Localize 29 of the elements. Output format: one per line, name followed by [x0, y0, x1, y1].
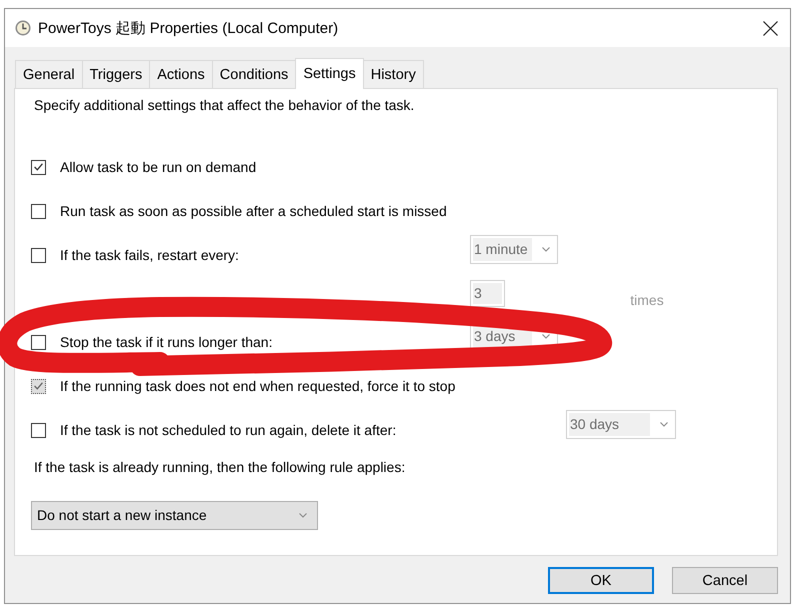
close-icon[interactable]	[763, 20, 778, 36]
dialog-button[interactable]: OK	[548, 567, 654, 594]
checkbox[interactable]	[31, 204, 46, 218]
clock-icon	[15, 20, 31, 36]
checkmark-icon	[34, 163, 43, 171]
dialog-button[interactable]: Cancel	[672, 567, 778, 594]
chevron-down-icon	[660, 422, 668, 427]
checkbox-label: If the running task does not end when requested, force it to stop	[60, 377, 456, 395]
dropdown[interactable]: Do not start a new instance	[31, 501, 318, 530]
checkbox-label: If the task is not scheduled to run again, delete it after:	[60, 421, 398, 439]
window-title: PowerToys 起動 Properties (Local Computer)	[38, 18, 340, 38]
checkbox[interactable]	[31, 334, 46, 350]
tab[interactable]: History	[362, 60, 424, 88]
checkbox[interactable]	[31, 248, 46, 262]
checkbox[interactable]	[31, 160, 46, 174]
checkmark-icon	[34, 382, 43, 390]
checkbox-label: Stop the task if it runs longer than:	[60, 333, 274, 351]
unit-label: times	[630, 291, 665, 309]
checkbox-label: If the task fails, restart every:	[60, 246, 240, 264]
chevron-down-icon	[542, 334, 550, 339]
checkbox-label: Allow task to be run on demand	[60, 158, 258, 176]
description-text: Specify additional settings that affect the behavior of the task.	[34, 96, 416, 114]
tab[interactable]: Settings	[295, 58, 364, 89]
tab[interactable]: General	[15, 60, 83, 88]
rule-label: If the task is already running, then the following rule applies:	[34, 458, 406, 476]
checkbox-label: Run task as soon as possible after a scheduled start is missed	[60, 202, 448, 220]
chevron-down-icon	[542, 247, 550, 252]
checkbox[interactable]	[31, 422, 46, 438]
chevron-down-icon	[299, 513, 307, 518]
